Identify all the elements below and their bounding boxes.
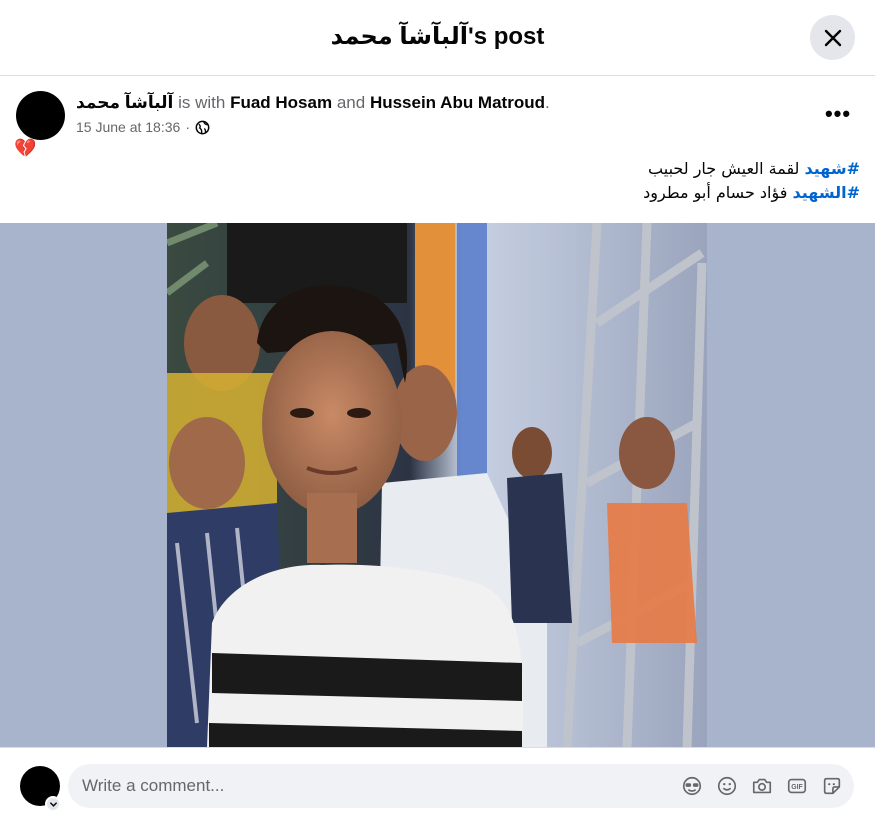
avatar-sticker-button[interactable] [680, 774, 704, 798]
and-text: and [336, 93, 366, 112]
hashtag-link[interactable]: #الشهيد [792, 183, 860, 202]
more-options-icon: ••• [824, 101, 852, 126]
chevron-down-icon [49, 801, 57, 807]
post-photo[interactable] [167, 223, 707, 747]
more-options-button[interactable]: ••• [822, 100, 854, 128]
sticker-icon [823, 777, 841, 795]
post-text-line: #الشهيد فؤاد حسام أبو مطرود [160, 181, 860, 205]
period-text: . [544, 93, 550, 112]
post-timestamp[interactable]: 15 June at 18:36 [76, 119, 180, 135]
emoji-button[interactable] [715, 774, 739, 798]
close-button[interactable] [810, 15, 855, 60]
post-text: #شهيد لقمة العيش جار لحبيب #الشهيد فؤاد … [160, 157, 860, 205]
post-dialog-header: آلبآشآ محمد's post [0, 0, 875, 76]
with-text: is with [178, 93, 226, 112]
tagged-user-link[interactable]: Fuad Hosam [230, 93, 332, 112]
profile-switch-button[interactable] [45, 796, 61, 812]
camera-button[interactable] [750, 774, 774, 798]
globe-icon[interactable] [195, 120, 210, 135]
author-avatar[interactable] [16, 91, 65, 140]
gif-button[interactable]: GIF [785, 774, 809, 798]
post-text-line: #شهيد لقمة العيش جار لحبيب [160, 157, 860, 181]
broken-heart-icon: 💔 [14, 138, 37, 158]
post-text-content: فؤاد حسام أبو مطرود [643, 183, 793, 202]
camera-icon [752, 778, 772, 794]
author-name-link[interactable]: آلبآشآ محمد [76, 93, 173, 112]
photo-image [167, 223, 707, 747]
dialog-title: آلبآشآ محمد's post [330, 23, 545, 50]
hashtag-link[interactable]: #شهيد [805, 159, 860, 178]
avatar-sticker-icon [682, 776, 702, 796]
tagged-user-link[interactable]: Hussein Abu Matroud [370, 93, 545, 112]
meta-separator: · [185, 119, 190, 135]
author-line: آلبآشآ محمد is with Fuad Hosam and Husse… [76, 93, 550, 113]
sticker-button[interactable] [820, 774, 844, 798]
post-media [0, 223, 875, 747]
post-text-content: لقمة العيش جار لحبيب [648, 159, 805, 178]
gif-label: GIF [791, 784, 802, 791]
emoji-icon [717, 776, 737, 796]
gif-icon: GIF [787, 778, 807, 794]
post-meta: 15 June at 18:36 · [76, 119, 210, 135]
close-icon [824, 29, 841, 46]
